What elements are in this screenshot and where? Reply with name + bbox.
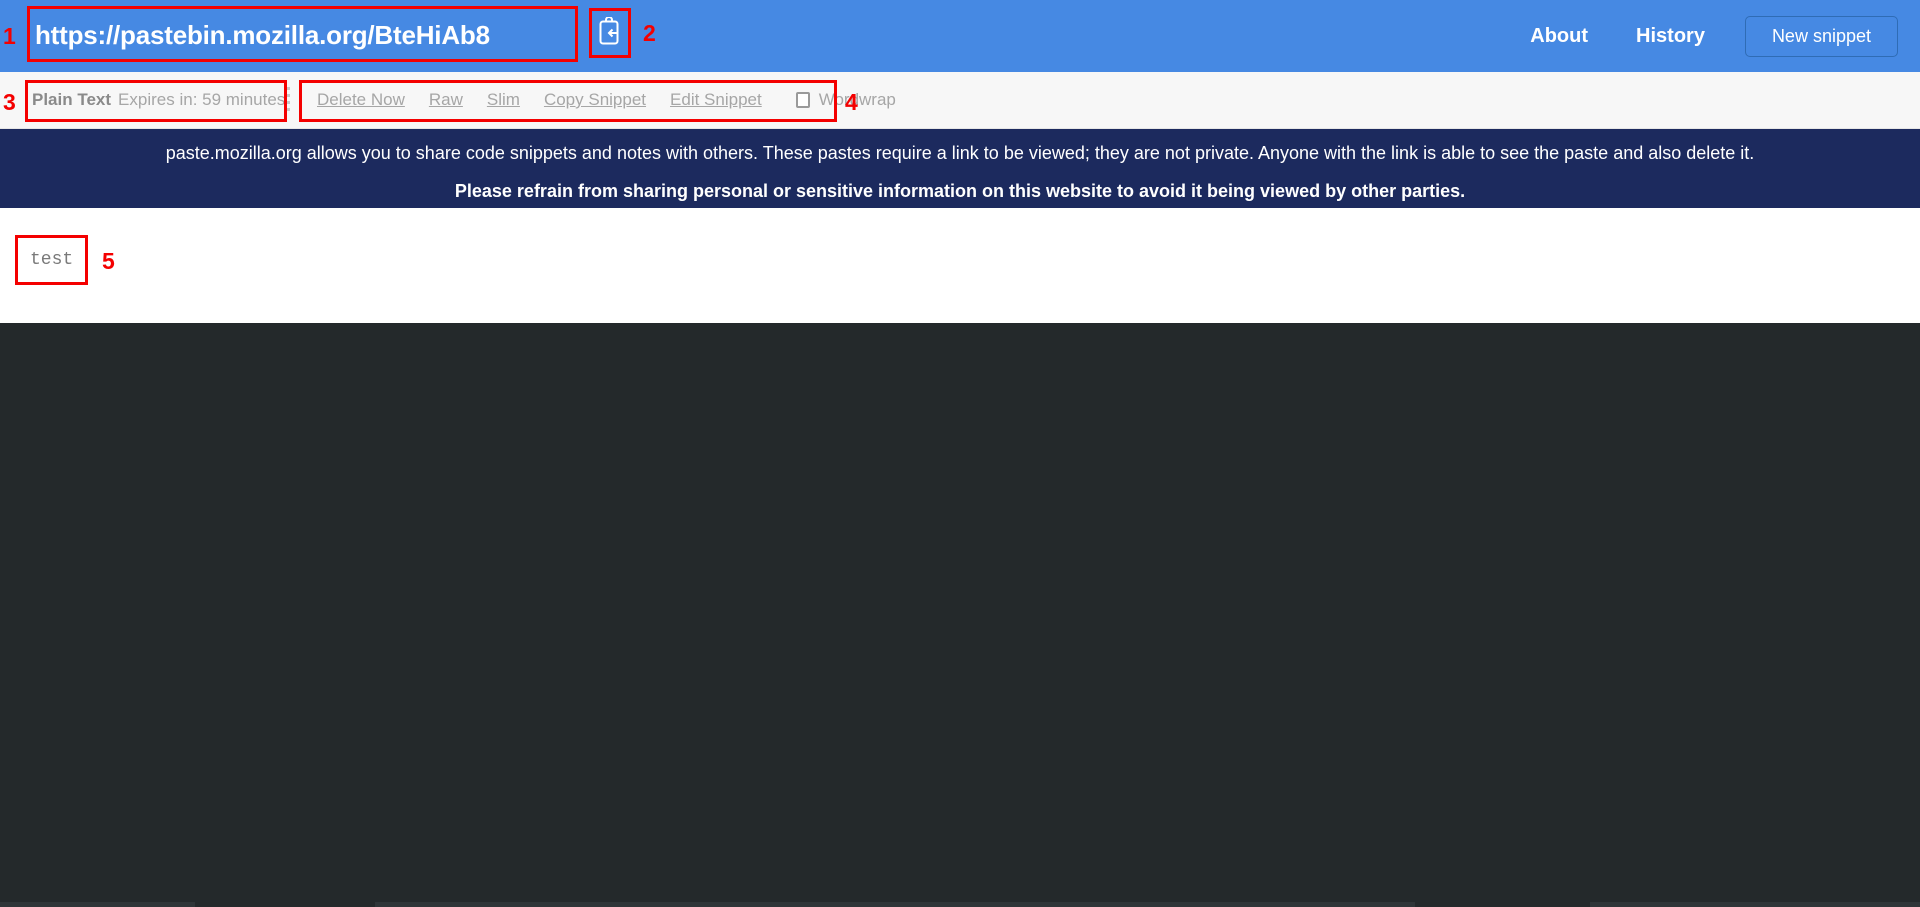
clipboard-paste-icon[interactable] — [592, 10, 626, 54]
bottom-seg-2 — [375, 902, 1415, 907]
bottom-seg-1 — [0, 902, 195, 907]
snippet-content-area: test — [0, 208, 1920, 323]
nav-link-about[interactable]: About — [1506, 25, 1612, 48]
copy-snippet-link[interactable]: Copy Snippet — [532, 90, 658, 110]
expires-label: Expires in: 59 minutes — [118, 90, 286, 109]
snippet-content[interactable]: test — [30, 250, 73, 270]
bottom-seg-3 — [1590, 902, 1920, 907]
edit-snippet-link[interactable]: Edit Snippet — [658, 90, 774, 110]
notice-line-1: paste.mozilla.org allows you to share co… — [165, 143, 1755, 163]
pastebin-page: https://pastebin.mozilla.org/BteHiAb8 Ab… — [0, 0, 1920, 907]
slim-link[interactable]: Slim — [475, 90, 532, 110]
wordwrap-label: Wordwrap — [818, 90, 896, 109]
wordwrap-checkbox[interactable] — [795, 92, 810, 108]
raw-link[interactable]: Raw — [417, 90, 475, 110]
header-nav: About History New snippet — [1506, 0, 1898, 72]
snippet-toolbar: Plain Text Expires in: 59 minutes Delete… — [0, 72, 1920, 129]
page-background-fill — [0, 323, 1920, 907]
delete-now-link[interactable]: Delete Now — [305, 90, 417, 110]
actions-group: Delete Now Raw Slim Copy Snippet Edit Sn… — [305, 90, 896, 110]
site-header: https://pastebin.mozilla.org/BteHiAb8 Ab… — [0, 0, 1920, 72]
url-text: https://pastebin.mozilla.org/BteHiAb8 — [35, 19, 490, 50]
toolbar-divider — [287, 87, 290, 113]
notice-line-2: Please refrain from sharing personal or … — [454, 181, 1466, 201]
privacy-notice-banner: paste.mozilla.org allows you to share co… — [0, 129, 1920, 208]
url-field[interactable]: https://pastebin.mozilla.org/BteHiAb8 — [27, 9, 498, 61]
bottom-strip — [0, 902, 1920, 907]
wordwrap-control[interactable]: Wordwrap — [774, 90, 896, 110]
new-snippet-button[interactable]: New snippet — [1744, 15, 1898, 57]
metadata-group: Plain Text Expires in: 59 minutes — [32, 90, 285, 110]
nav-link-history[interactable]: History — [1612, 25, 1729, 48]
language-label: Plain Text — [32, 90, 112, 109]
